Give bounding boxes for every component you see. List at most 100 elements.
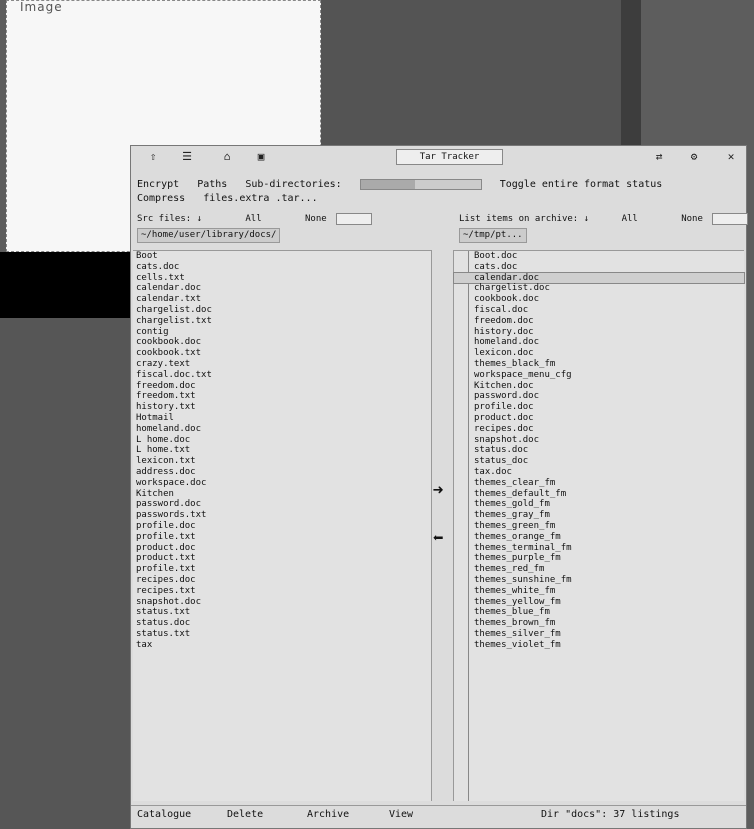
- source-file-item[interactable]: workspace.doc: [133, 478, 431, 489]
- source-file-item[interactable]: crazy.text: [133, 359, 431, 370]
- archive-file-item[interactable]: themes_red_fm: [454, 564, 744, 575]
- source-file-item[interactable]: profile.txt: [133, 532, 431, 543]
- source-file-item[interactable]: product.txt: [133, 553, 431, 564]
- archive-file-item[interactable]: workspace_menu_cfg: [454, 370, 744, 381]
- source-file-item[interactable]: Hotmail: [133, 413, 431, 424]
- background-window-title: Image: [20, 0, 63, 14]
- source-file-item[interactable]: homeland.doc: [133, 424, 431, 435]
- source-file-item[interactable]: calendar.txt: [133, 294, 431, 305]
- source-file-item[interactable]: status.txt: [133, 607, 431, 618]
- archive-file-item[interactable]: themes_yellow_fm: [454, 597, 744, 608]
- folder-icon[interactable]: ▣: [253, 150, 269, 164]
- source-file-item[interactable]: contig: [133, 327, 431, 338]
- source-file-item[interactable]: password.doc: [133, 499, 431, 510]
- archive-file-item[interactable]: themes_default_fm: [454, 489, 744, 500]
- archive-file-item[interactable]: chargelist.doc: [454, 283, 744, 294]
- left-select-none[interactable]: None: [305, 214, 327, 224]
- archive-file-item[interactable]: product.doc: [454, 413, 744, 424]
- up-icon[interactable]: ⇧: [145, 150, 161, 164]
- archive-file-item[interactable]: themes_orange_fm: [454, 532, 744, 543]
- view-button[interactable]: View: [389, 809, 413, 821]
- source-file-item[interactable]: recipes.txt: [133, 586, 431, 597]
- compress-value[interactable]: files.extra .tar...: [203, 193, 317, 204]
- source-file-item[interactable]: snapshot.doc: [133, 597, 431, 608]
- source-file-item[interactable]: product.doc: [133, 543, 431, 554]
- source-file-item[interactable]: profile.txt: [133, 564, 431, 575]
- archive-file-item[interactable]: themes_violet_fm: [454, 640, 744, 651]
- source-file-item[interactable]: Boot: [133, 251, 431, 262]
- paths-button[interactable]: Paths: [197, 179, 227, 190]
- archive-file-item[interactable]: themes_purple_fm: [454, 553, 744, 564]
- archive-file-item[interactable]: fiscal.doc: [454, 305, 744, 316]
- source-file-item[interactable]: fiscal.doc.txt: [133, 370, 431, 381]
- catalogue-button[interactable]: Catalogue: [137, 809, 191, 821]
- source-file-list[interactable]: Boot cats.doc cells.txt calendar.doc calenda…: [133, 250, 432, 801]
- archive-file-item[interactable]: homeland.doc: [454, 337, 744, 348]
- archive-button[interactable]: Archive: [307, 809, 349, 821]
- right-select-all[interactable]: All: [622, 214, 638, 224]
- archive-file-item[interactable]: Boot.doc: [454, 251, 744, 262]
- source-file-item[interactable]: chargelist.txt: [133, 316, 431, 327]
- archive-file-item[interactable]: themes_gray_fm: [454, 510, 744, 521]
- source-file-item[interactable]: lexicon.txt: [133, 456, 431, 467]
- archive-file-item[interactable]: themes_green_fm: [454, 521, 744, 532]
- right-filter-input[interactable]: [712, 212, 749, 225]
- source-file-item[interactable]: status.doc: [133, 618, 431, 629]
- archive-file-item[interactable]: themes_terminal_fm: [454, 543, 744, 554]
- archive-file-item[interactable]: snapshot.doc: [454, 435, 744, 446]
- archive-file-item[interactable]: lexicon.doc: [454, 348, 744, 359]
- archive-file-item[interactable]: cats.doc: [454, 262, 744, 273]
- archive-file-item[interactable]: cookbook.doc: [454, 294, 744, 305]
- source-file-item[interactable]: address.doc: [133, 467, 431, 478]
- left-filter-input[interactable]: [336, 212, 373, 225]
- source-file-item[interactable]: status.txt: [133, 629, 431, 640]
- source-file-item[interactable]: chargelist.doc: [133, 305, 431, 316]
- delete-button[interactable]: Delete: [227, 809, 263, 821]
- archive-file-item[interactable]: themes_blue_fm: [454, 607, 744, 618]
- right-select-none[interactable]: None: [681, 214, 703, 224]
- archive-file-item[interactable]: themes_gold_fm: [454, 499, 744, 510]
- source-file-item[interactable]: L home.txt: [133, 445, 431, 456]
- archive-file-item[interactable]: password.doc: [454, 391, 744, 402]
- archive-file-list[interactable]: Boot.doc cats.doc calendar.doc chargelist.d…: [453, 250, 745, 801]
- source-file-item[interactable]: recipes.doc: [133, 575, 431, 586]
- archive-file-item[interactable]: recipes.doc: [454, 424, 744, 435]
- source-file-item[interactable]: profile.doc: [133, 521, 431, 532]
- list-icon[interactable]: ☰: [179, 150, 195, 164]
- archive-file-item[interactable]: themes_clear_fm: [454, 478, 744, 489]
- archive-file-item[interactable]: themes_white_fm: [454, 586, 744, 597]
- archive-file-item[interactable]: themes_brown_fm: [454, 618, 744, 629]
- close-icon[interactable]: ✕: [723, 150, 739, 164]
- home-icon[interactable]: ⌂: [219, 150, 235, 164]
- source-file-item[interactable]: passwords.txt: [133, 510, 431, 521]
- archive-file-item[interactable]: Kitchen.doc: [454, 381, 744, 392]
- source-file-item[interactable]: calendar.doc: [133, 283, 431, 294]
- add-to-archive-arrow-icon[interactable]: ➜: [427, 482, 449, 500]
- left-select-all[interactable]: All: [245, 214, 261, 224]
- archive-file-item[interactable]: status_doc: [454, 456, 744, 467]
- archive-file-item[interactable]: calendar.doc: [453, 271, 745, 285]
- sync-icon[interactable]: ⇄: [651, 150, 667, 164]
- archive-file-item[interactable]: status.doc: [454, 445, 744, 456]
- source-file-item[interactable]: cats.doc: [133, 262, 431, 273]
- archive-file-item[interactable]: themes_silver_fm: [454, 629, 744, 640]
- source-file-item[interactable]: Kitchen: [133, 489, 431, 500]
- remove-from-archive-arrow-icon[interactable]: ⬅: [427, 530, 449, 548]
- toggle-format-button[interactable]: Toggle entire format status: [500, 179, 663, 190]
- source-file-item[interactable]: cookbook.doc: [133, 337, 431, 348]
- archive-file-item[interactable]: themes_black_fm: [454, 359, 744, 370]
- source-file-item[interactable]: freedom.txt: [133, 391, 431, 402]
- source-file-item[interactable]: cookbook.txt: [133, 348, 431, 359]
- source-file-item[interactable]: L home.doc: [133, 435, 431, 446]
- source-file-item[interactable]: history.txt: [133, 402, 431, 413]
- source-file-item[interactable]: cells.txt: [133, 273, 431, 284]
- encrypt-button[interactable]: Encrypt: [137, 179, 179, 190]
- gear-icon[interactable]: ⚙: [686, 150, 702, 164]
- archive-file-item[interactable]: history.doc: [454, 327, 744, 338]
- archive-file-item[interactable]: freedom.doc: [454, 316, 744, 327]
- source-file-item[interactable]: tax: [133, 640, 431, 651]
- archive-file-item[interactable]: tax.doc: [454, 467, 744, 478]
- archive-file-item[interactable]: themes_sunshine_fm: [454, 575, 744, 586]
- archive-file-item[interactable]: profile.doc: [454, 402, 744, 413]
- source-file-item[interactable]: freedom.doc: [133, 381, 431, 392]
